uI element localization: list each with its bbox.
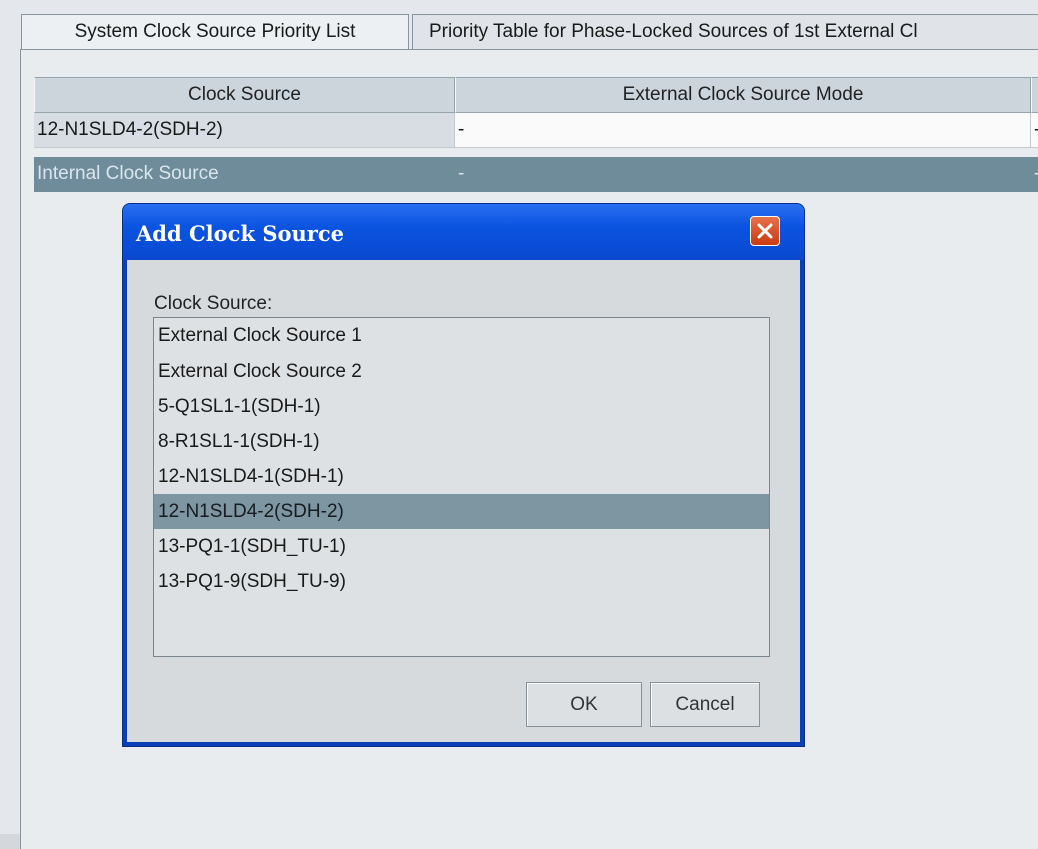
list-item-selected[interactable]: 12-N1SLD4-2(SDH-2) xyxy=(154,494,769,529)
close-button[interactable] xyxy=(750,216,780,246)
ok-button[interactable]: OK xyxy=(526,682,642,727)
list-item[interactable]: External Clock Source 2 xyxy=(154,354,769,389)
list-item[interactable]: 13-PQ1-1(SDH_TU-1) xyxy=(154,529,769,564)
list-item[interactable]: 5-Q1SL1-1(SDH-1) xyxy=(154,389,769,424)
dialog-title-bar[interactable]: Add Clock Source xyxy=(123,204,804,260)
window: System Clock Source Priority List Priori… xyxy=(0,0,1038,849)
cell-extra: - xyxy=(1031,113,1038,148)
close-icon xyxy=(757,223,773,239)
column-header-extra[interactable] xyxy=(1031,77,1038,113)
add-clock-source-dialog: Add Clock Source Clock Source: External … xyxy=(123,204,804,746)
tab-phase-locked-priority-table[interactable]: Priority Table for Phase-Locked Sources … xyxy=(412,14,1038,49)
list-item[interactable]: External Clock Source 1 xyxy=(154,318,769,353)
dialog-title: Add Clock Source xyxy=(136,221,344,246)
clock-source-label: Clock Source: xyxy=(154,293,273,314)
column-header-clock-source[interactable]: Clock Source xyxy=(34,77,455,113)
cell-mode: - xyxy=(455,157,1031,192)
list-item[interactable]: 13-PQ1-9(SDH_TU-9) xyxy=(154,564,769,599)
table-header: Clock Source External Clock Source Mode xyxy=(34,77,1038,113)
column-header-external-clock-source-mode[interactable]: External Clock Source Mode xyxy=(455,77,1031,113)
cell-clock-source: Internal Clock Source xyxy=(34,157,455,192)
table-row[interactable]: 12-N1SLD4-2(SDH-2) - - xyxy=(34,113,1038,148)
tab-bar: System Clock Source Priority List Priori… xyxy=(0,0,1038,50)
table-row-selected[interactable]: Internal Clock Source - - xyxy=(34,157,1038,192)
tab-system-clock-source-priority-list[interactable]: System Clock Source Priority List xyxy=(21,14,409,49)
list-item[interactable]: 8-R1SL1-1(SDH-1) xyxy=(154,424,769,459)
cell-extra: - xyxy=(1031,157,1038,192)
cell-clock-source: 12-N1SLD4-2(SDH-2) xyxy=(34,113,455,148)
cell-mode: - xyxy=(455,113,1031,148)
dialog-body: Clock Source: External Clock Source 1 Ex… xyxy=(127,260,800,742)
cancel-button[interactable]: Cancel xyxy=(650,682,760,727)
clock-source-listbox[interactable]: External Clock Source 1 External Clock S… xyxy=(153,317,770,657)
list-item[interactable]: 12-N1SLD4-1(SDH-1) xyxy=(154,459,769,494)
